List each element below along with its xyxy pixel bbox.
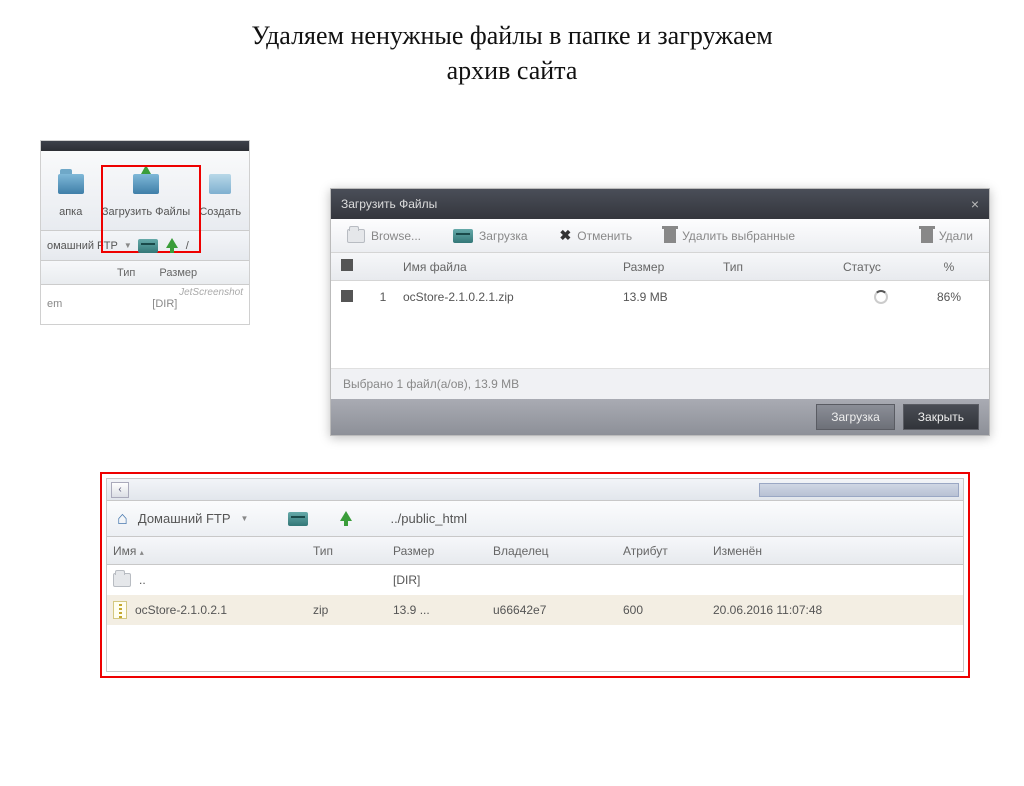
col-owner[interactable]: Владелец — [487, 544, 617, 558]
action-cancel-label: Отменить — [577, 229, 632, 243]
scrollbar-row: ‹ — [107, 479, 963, 501]
action-browse[interactable]: Browse... — [331, 229, 437, 243]
dialog-actionbar: Browse... Загрузка ✖ Отменить Удалить вы… — [331, 219, 989, 253]
col-name[interactable]: Имя — [113, 544, 136, 558]
row-type: zip — [307, 603, 387, 617]
col-type[interactable]: Тип — [307, 544, 387, 558]
column-header-row: Тип Размер — [41, 261, 249, 285]
row-name: .. — [139, 573, 146, 587]
upload-table-header: Имя файла Размер Тип Статус % — [331, 253, 989, 281]
row-modified: 20.06.2016 11:07:48 — [707, 603, 867, 617]
file-table-header: Имя ▴ Тип Размер Владелец Атрибут Изменё… — [107, 537, 963, 565]
breadcrumb-slash: / — [186, 240, 189, 252]
chevron-down-icon[interactable]: ▼ — [124, 241, 132, 250]
title-line-1: Удаляем ненужные файлы в папке и загружа… — [251, 21, 772, 50]
title-line-2: архив сайта — [447, 56, 578, 85]
col-type[interactable]: Тип — [117, 267, 135, 279]
folder-icon — [113, 573, 131, 587]
scrollbar-track[interactable] — [759, 483, 959, 497]
up-arrow-icon[interactable] — [338, 511, 354, 527]
toolbar: апка Загрузить Файлы Создать — [41, 151, 249, 231]
toolbar-item-folder[interactable]: апка — [45, 166, 96, 218]
page-title: Удаляем ненужные файлы в папке и загружа… — [112, 18, 912, 88]
dialog-titlebar: Загрузить Файлы × — [331, 189, 989, 219]
dialog-title: Загрузить Файлы — [341, 197, 437, 211]
nav-row: ⌂ Домашний FTP ▼ ../public_html — [107, 501, 963, 537]
window-titlebar — [41, 141, 249, 151]
table-row[interactable]: ocStore-2.1.0.2.1 zip 13.9 ... u66642e7 … — [107, 595, 963, 625]
upload-dialog: Загрузить Файлы × Browse... Загрузка ✖ О… — [330, 188, 990, 436]
checkbox-all[interactable] — [341, 259, 353, 271]
row-size: [DIR] — [387, 573, 487, 587]
cancel-icon: ✖ — [560, 227, 572, 244]
close-button[interactable]: Закрыть — [903, 404, 979, 430]
folder-icon — [58, 174, 84, 194]
scroll-left-button[interactable]: ‹ — [111, 482, 129, 498]
upload-icon — [133, 174, 159, 194]
spinner-icon — [874, 290, 888, 304]
upload-button[interactable]: Загрузка — [816, 404, 895, 430]
col-size[interactable]: Размер — [623, 260, 723, 274]
action-delete[interactable]: Удали — [905, 229, 989, 243]
col-modified[interactable]: Изменён — [707, 544, 867, 558]
col-size[interactable]: Размер — [387, 544, 487, 558]
row-em: em — [41, 298, 62, 310]
chevron-down-icon[interactable]: ▼ — [241, 514, 249, 523]
row-dir: [DIR] — [62, 298, 177, 310]
action-delete-selected[interactable]: Удалить выбранные — [648, 229, 811, 243]
dialog-footer-info: Выбрано 1 файл(а/ов), 13.9 MB — [331, 369, 989, 399]
watermark: JetScreenshot — [41, 285, 249, 298]
breadcrumb-label[interactable]: омашний FTP — [47, 240, 118, 252]
disk-icon[interactable] — [288, 512, 308, 526]
row-owner: u66642e7 — [487, 603, 617, 617]
row-size: 13.9 MB — [623, 290, 723, 304]
row-attr: 600 — [617, 603, 707, 617]
toolbar-item-folder-label: апка — [59, 206, 82, 218]
nav-path[interactable]: ../public_html — [390, 511, 467, 526]
row-size: 13.9 ... — [387, 603, 487, 617]
new-folder-icon — [209, 174, 231, 194]
dialog-footer-buttons: Загрузка Закрыть — [331, 399, 989, 435]
close-icon[interactable]: × — [971, 196, 979, 212]
action-upload-label: Загрузка — [479, 229, 528, 243]
action-delete-selected-label: Удалить выбранные — [682, 229, 795, 243]
file-browser-panel: ‹ ⌂ Домашний FTP ▼ ../public_html Имя ▴ … — [100, 472, 970, 678]
row-filename: ocStore-2.1.0.2.1.zip — [403, 290, 623, 304]
upload-table-row[interactable]: 1 ocStore-2.1.0.2.1.zip 13.9 MB 86% — [331, 281, 989, 313]
col-type[interactable]: Тип — [723, 260, 843, 274]
disk-icon — [453, 229, 473, 243]
action-delete-label: Удали — [939, 229, 973, 243]
checkbox[interactable] — [341, 290, 353, 302]
col-filename[interactable]: Имя файла — [403, 260, 623, 274]
toolbar-item-upload[interactable]: Загрузить Файлы — [96, 166, 195, 218]
file-browser-inner: ‹ ⌂ Домашний FTP ▼ ../public_html Имя ▴ … — [106, 478, 964, 672]
home-icon[interactable]: ⌂ — [117, 508, 128, 529]
row-number: 1 — [363, 290, 403, 304]
folder-open-icon — [347, 229, 365, 243]
action-browse-label: Browse... — [371, 229, 421, 243]
action-cancel[interactable]: ✖ Отменить — [544, 227, 649, 244]
col-attr[interactable]: Атрибут — [617, 544, 707, 558]
action-upload[interactable]: Загрузка — [437, 229, 544, 243]
row-name: ocStore-2.1.0.2.1 — [135, 603, 227, 617]
toolbar-fragment-panel: апка Загрузить Файлы Создать омашний FTP… — [40, 140, 250, 325]
breadcrumb-row: омашний FTP ▼ / — [41, 231, 249, 261]
col-percent[interactable]: % — [919, 260, 979, 274]
nav-home-label[interactable]: Домашний FTP — [138, 511, 231, 526]
trash-icon — [921, 229, 933, 243]
zip-file-icon — [113, 601, 127, 619]
table-spacer — [331, 313, 989, 369]
toolbar-item-upload-label: Загрузить Файлы — [102, 206, 190, 218]
trash-icon — [664, 229, 676, 243]
col-status[interactable]: Статус — [843, 260, 919, 274]
row-percent: 86% — [919, 290, 979, 304]
sort-icon[interactable]: ▴ — [140, 548, 144, 557]
table-row[interactable]: .. [DIR] — [107, 565, 963, 595]
col-size[interactable]: Размер — [159, 267, 197, 279]
disk-icon[interactable] — [138, 239, 158, 253]
toolbar-item-create-label: Создать — [199, 206, 241, 218]
toolbar-item-create[interactable]: Создать — [196, 166, 246, 218]
up-arrow-icon[interactable] — [164, 238, 180, 254]
